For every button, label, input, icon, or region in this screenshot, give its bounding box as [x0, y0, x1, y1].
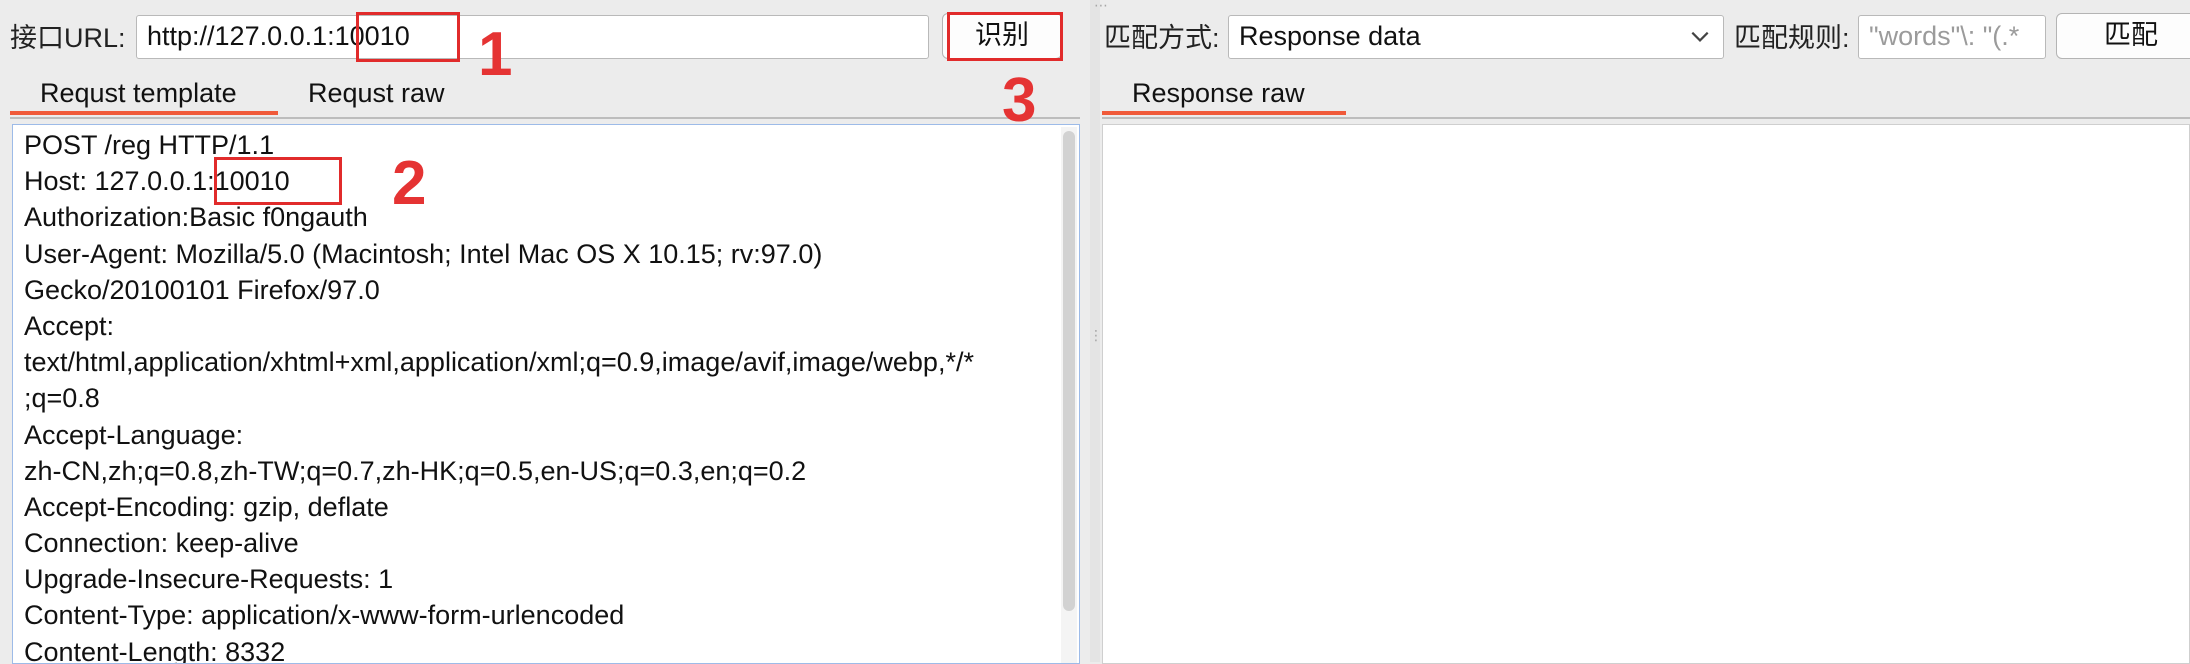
request-editor-scrollbar[interactable]: [1061, 127, 1077, 663]
request-line: Connection: keep-alive: [24, 528, 299, 559]
request-line: User-Agent: Mozilla/5.0 (Macintosh; Inte…: [24, 238, 823, 269]
annotation-box-identify-button: [947, 12, 1063, 61]
match-mode-select[interactable]: Response data: [1228, 15, 1724, 59]
request-line: Accept:: [24, 310, 115, 341]
panel-divider-grip: ⋮: [1089, 327, 1103, 343]
chevron-down-icon: [1691, 31, 1709, 42]
request-line: ;q=0.8: [24, 383, 100, 414]
request-editor-scroll-thumb[interactable]: [1063, 131, 1075, 611]
panel-divider-grip-top: ⋯: [1094, 0, 1108, 13]
match-rule-placeholder: "words"\: "(.*: [1869, 21, 2020, 51]
match-rule-label: 匹配规则:: [1734, 23, 1850, 53]
request-line: Content-Length: 8332: [24, 636, 286, 664]
match-rule-input[interactable]: "words"\: "(.*: [1858, 15, 2046, 59]
tab-request-template[interactable]: Requst template: [40, 71, 237, 115]
match-mode-label: 匹配方式:: [1104, 23, 1220, 53]
request-line: POST /reg HTTP/1.1: [24, 130, 275, 160]
request-template-editor[interactable]: POST /reg HTTP/1.1 Host: 127.0.0.1:10010 A…: [12, 124, 1080, 664]
annotation-number-1: 1: [478, 20, 513, 89]
annotation-box-url-port: [356, 12, 460, 62]
tab-request-raw[interactable]: Requst raw: [308, 71, 445, 115]
request-line: Accept-Encoding: gzip, deflate: [24, 491, 389, 522]
request-line: Upgrade-Insecure-Requests: 1: [24, 564, 394, 595]
request-line: Content-Type: application/x-www-form-url…: [24, 600, 625, 631]
left-tab-separator: [10, 117, 1080, 119]
request-line: text/html,application/xhtml+xml,applicat…: [24, 347, 974, 378]
url-label: 接口URL:: [10, 23, 126, 53]
tab-response-raw-underline: [1102, 111, 1346, 115]
tab-response-raw[interactable]: Response raw: [1132, 71, 1305, 115]
request-line: Authorization:Basic f0ngauth: [24, 202, 368, 233]
request-line: zh-CN,zh;q=0.8,zh-TW;q=0.7,zh-HK;q=0.5,e…: [24, 455, 807, 486]
match-mode-select-value: Response data: [1239, 21, 1421, 51]
request-line: Gecko/20100101 Firefox/97.0: [24, 274, 380, 305]
annotation-number-3: 3: [1002, 66, 1037, 135]
url-input[interactable]: http://127.0.0.1:10010: [136, 15, 929, 59]
right-tab-separator: [1102, 117, 2190, 119]
tab-request-template-underline: [10, 111, 278, 115]
response-raw-editor[interactable]: [1102, 124, 2190, 664]
annotation-box-host-port: [214, 157, 342, 205]
request-line: Accept-Language:: [24, 419, 244, 450]
request-lines: POST /reg HTTP/1.1 Host: 127.0.0.1:10010 A…: [24, 127, 1059, 664]
match-button[interactable]: 匹配: [2056, 13, 2190, 59]
request-line: Host: 127.0.0.1:10010: [24, 166, 290, 197]
annotation-number-2: 2: [392, 149, 427, 218]
